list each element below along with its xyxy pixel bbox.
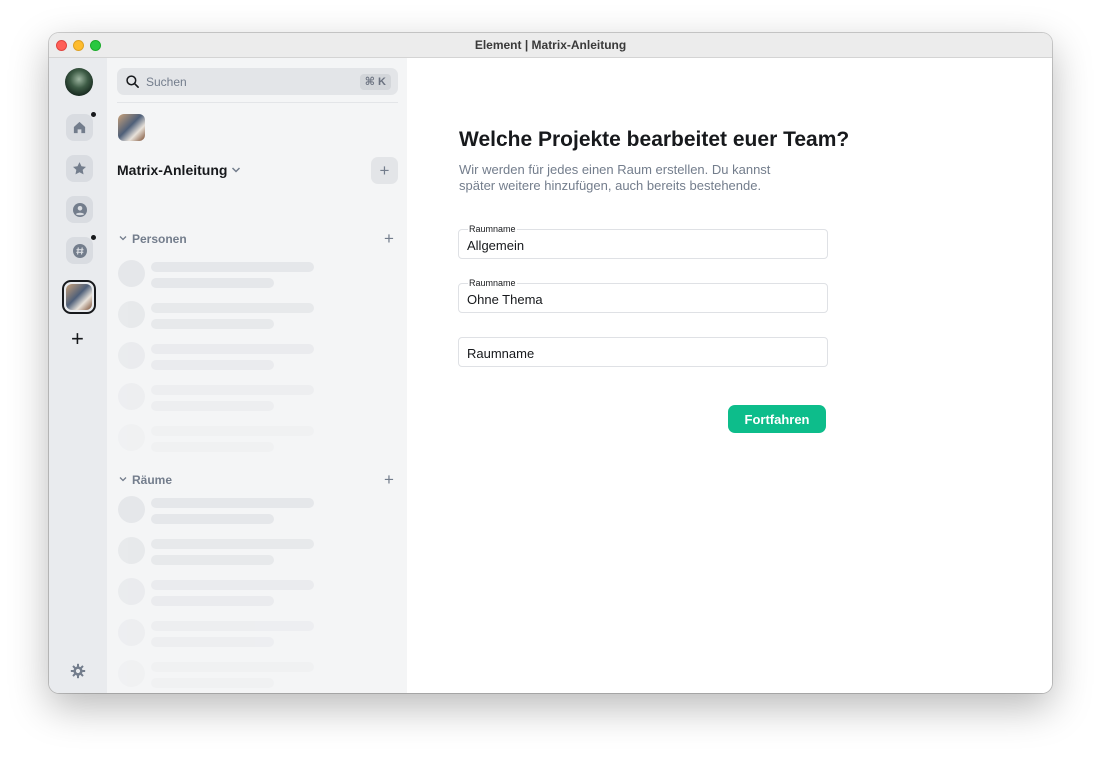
search-shortcut: ⌘ K — [359, 74, 391, 90]
room-name-input[interactable] — [467, 237, 817, 253]
window-title: Element | Matrix-Anleitung — [474, 38, 627, 52]
search-placeholder: Suchen — [146, 75, 187, 89]
add-to-space-button[interactable]: + — [371, 157, 398, 184]
person-icon — [72, 202, 87, 217]
loading-placeholder — [118, 383, 318, 413]
room-name-input[interactable] — [467, 291, 817, 307]
add-room-button[interactable]: + — [384, 471, 394, 488]
field-label: Raumname — [468, 224, 517, 234]
field-label: Raumname — [468, 278, 517, 288]
page-title: Welche Projekte bearbeitet euer Team? — [459, 128, 850, 151]
rooms-button[interactable] — [66, 235, 96, 264]
people-button[interactable] — [66, 196, 93, 223]
hash-icon — [72, 243, 87, 258]
room-name-field-2[interactable]: Raumname — [458, 278, 828, 313]
space-avatar — [66, 284, 92, 310]
space-matrix-anleitung[interactable] — [62, 280, 96, 314]
app-window: Element | Matrix-Anleitung + Suchen ⌘ K … — [49, 33, 1052, 693]
room-list-panel: Suchen ⌘ K Matrix-Anleitung + Personen +… — [107, 58, 407, 693]
star-icon — [73, 162, 86, 175]
main-panel: Welche Projekte bearbeitet euer Team? Wi… — [407, 58, 1052, 693]
loading-placeholder — [118, 260, 318, 290]
chevron-down-icon — [119, 477, 127, 482]
space-bar: + — [49, 58, 107, 693]
chevron-down-icon — [119, 236, 127, 241]
unread-dot — [91, 235, 96, 240]
loading-placeholder — [118, 301, 318, 331]
space-avatar[interactable] — [118, 114, 145, 141]
divider — [117, 102, 398, 103]
title-bar: Element | Matrix-Anleitung — [49, 33, 1052, 58]
loading-placeholder — [118, 578, 318, 608]
home-button[interactable] — [66, 112, 96, 141]
home-icon — [73, 121, 86, 134]
section-label: Räume — [132, 473, 173, 487]
page-subtitle: Wir werden für jedes einen Raum erstelle… — [459, 162, 771, 193]
search-box[interactable]: Suchen ⌘ K — [117, 68, 398, 95]
space-name[interactable]: Matrix-Anleitung — [117, 162, 227, 178]
room-name-field-3[interactable] — [458, 337, 828, 367]
user-avatar[interactable] — [65, 68, 93, 96]
section-label: Personen — [132, 232, 187, 246]
add-person-button[interactable]: + — [384, 230, 394, 247]
gear-icon[interactable] — [70, 663, 86, 679]
loading-placeholder — [118, 619, 318, 649]
favourites-button[interactable] — [66, 155, 93, 182]
unread-dot — [91, 112, 96, 117]
chevron-down-icon[interactable] — [231, 166, 241, 174]
room-name-input[interactable] — [467, 345, 817, 361]
loading-placeholder — [118, 660, 318, 690]
loading-placeholder — [118, 496, 318, 526]
search-icon — [126, 75, 139, 88]
loading-placeholder — [118, 537, 318, 567]
continue-button[interactable]: Fortfahren — [728, 405, 826, 433]
create-space-button[interactable]: + — [71, 328, 84, 350]
loading-placeholder — [118, 424, 318, 454]
room-name-field-1[interactable]: Raumname — [458, 224, 828, 259]
loading-placeholder — [118, 342, 318, 372]
